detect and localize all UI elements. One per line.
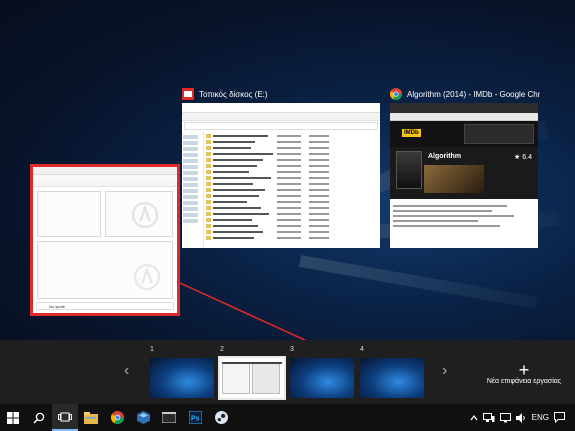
svg-text:Ps: Ps [191, 416, 200, 423]
selected-window-thumbnail[interactable]: No sprite [30, 164, 180, 316]
virtual-desktops-strip: ‹ 1 2 3 4 › + Νέα επιφάνεια εργασίας [0, 340, 575, 404]
chrome-icon [390, 88, 402, 100]
explorer-file-list [204, 131, 380, 248]
steam-icon [214, 411, 228, 424]
taskbar-virtualbox[interactable] [130, 404, 156, 431]
folder-icon [206, 200, 211, 204]
taskbar-photoshop[interactable]: Ps [182, 404, 208, 431]
folder-icon [206, 212, 211, 216]
folder-icon [206, 176, 211, 180]
search-icon [33, 412, 45, 424]
taskbar-steam[interactable] [208, 404, 234, 431]
monitor-icon[interactable] [499, 412, 511, 423]
folder-icon [206, 134, 211, 138]
window-title-chrome[interactable]: Algorithm (2014) - IMDb - Google Chr... [390, 86, 540, 102]
start-icon [7, 411, 19, 424]
watermark-icon [131, 201, 159, 229]
folder-icon [206, 206, 211, 210]
system-tray: ENG [470, 412, 575, 423]
search-button[interactable] [26, 404, 52, 431]
explorer-window-thumbnail[interactable] [182, 103, 380, 248]
taskbar-terminal[interactable] [156, 404, 182, 431]
terminal-icon [162, 412, 176, 423]
task-view-button[interactable] [52, 404, 78, 431]
chrome-title: Algorithm (2014) - IMDb - Google Chr... [407, 89, 540, 99]
status-bar: No sprite [36, 302, 174, 310]
folder-icon [206, 170, 211, 174]
movie-rating: ★ 6.4 [514, 154, 532, 161]
movie-title: Algorithm [428, 153, 462, 160]
folder-icon [206, 158, 211, 162]
taskbar-chrome[interactable] [104, 404, 130, 431]
desktop-1-label: 1 [150, 346, 154, 353]
network-icon[interactable] [482, 412, 495, 423]
new-desktop-label: Νέα επιφάνεια εργασίας [486, 378, 562, 385]
photoshop-icon: Ps [188, 411, 202, 424]
folder-icon [206, 230, 211, 234]
virtual-desktop-3[interactable] [290, 358, 354, 398]
explorer-title: Τοπικός δίσκος (E:) [199, 89, 268, 99]
drive-icon [182, 88, 194, 100]
scroll-left-icon[interactable]: ‹ [124, 362, 129, 380]
folder-icon [206, 224, 211, 228]
desktop-3-label: 3 [290, 346, 294, 353]
folder-icon [206, 164, 211, 168]
scroll-right-icon[interactable]: › [442, 362, 447, 380]
folder-icon [206, 236, 211, 240]
movie-poster [396, 151, 422, 189]
virtual-desktop-1[interactable] [150, 358, 214, 398]
volume-icon[interactable] [515, 412, 527, 423]
window-title-explorer[interactable]: Τοπικός δίσκος (E:) [182, 86, 382, 102]
chevron-up-icon[interactable] [470, 414, 478, 421]
ad-banner [464, 124, 534, 144]
taskbar-file-explorer[interactable] [78, 404, 104, 431]
folder-icon [206, 188, 211, 192]
file-explorer-icon [84, 411, 98, 424]
file-row[interactable] [206, 235, 378, 241]
virtualbox-icon [136, 411, 150, 424]
desktop-2-label: 2 [220, 346, 224, 353]
language-indicator[interactable]: ENG [532, 413, 549, 422]
chrome-window-thumbnail[interactable]: IMDb Algorithm ★ 6.4 [390, 103, 538, 248]
notifications-icon[interactable] [554, 412, 565, 423]
virtual-desktop-2[interactable] [218, 356, 286, 400]
task-view-icon [58, 412, 72, 421]
imdb-logo: IMDb [402, 129, 421, 137]
folder-icon [206, 218, 211, 222]
plus-icon: + [518, 360, 530, 380]
page-content [390, 199, 538, 248]
virtual-desktop-4[interactable] [360, 358, 424, 398]
explorer-nav-pane [182, 131, 204, 248]
movie-still [424, 165, 484, 193]
chrome-icon [110, 411, 124, 424]
folder-icon [206, 146, 211, 150]
watermark-icon [133, 263, 161, 291]
new-desktop-button[interactable]: + Νέα επιφάνεια εργασίας [479, 360, 569, 385]
desktop-4-label: 4 [360, 346, 364, 353]
folder-icon [206, 140, 211, 144]
folder-icon [206, 152, 211, 156]
folder-icon [206, 194, 211, 198]
folder-icon [206, 182, 211, 186]
taskbar: Ps ENG [0, 404, 575, 431]
start-button[interactable] [0, 404, 26, 431]
